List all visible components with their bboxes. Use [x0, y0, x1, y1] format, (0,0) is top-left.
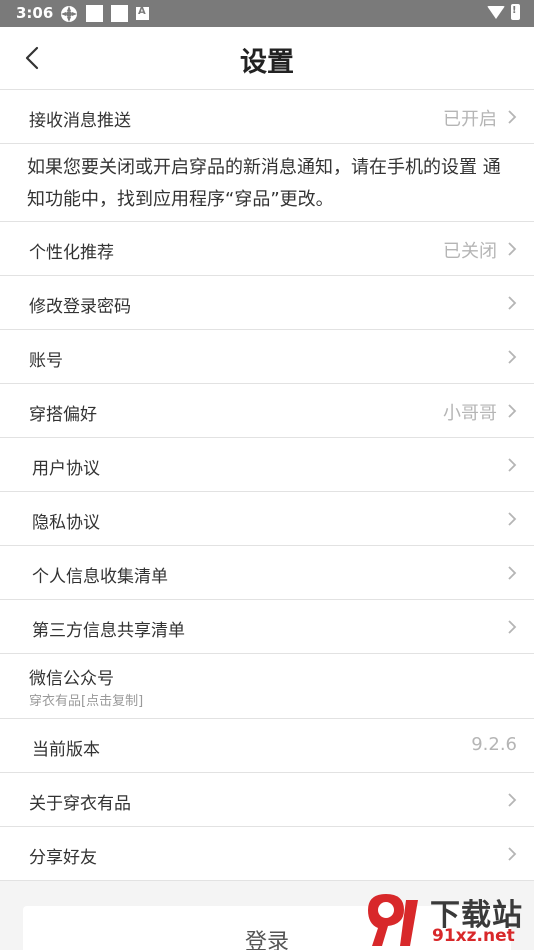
row-label: 分享好友	[29, 848, 97, 868]
push-notification-row[interactable]: 接收消息推送 已开启	[0, 90, 534, 144]
chevron-right-icon	[508, 793, 517, 807]
chevron-right-icon	[508, 566, 517, 580]
about-row[interactable]: 关于穿衣有品	[0, 773, 534, 827]
change-password-row[interactable]: 修改登录密码	[0, 276, 534, 330]
chevron-right-icon	[508, 404, 517, 418]
row-label: 第三方信息共享清单	[32, 621, 185, 641]
row-label: 接收消息推送	[29, 111, 131, 131]
chevron-right-icon	[508, 458, 517, 472]
header-bar: 设置	[0, 27, 534, 90]
wifi-icon	[487, 5, 505, 19]
row-value: 已开启	[443, 109, 497, 130]
status-time: 3:06	[16, 4, 54, 22]
personalized-recommendation-row[interactable]: 个性化推荐 已关闭	[0, 222, 534, 276]
personal-info-list-row[interactable]: 个人信息收集清单	[0, 546, 534, 600]
current-version-row: 当前版本 9.2.6	[0, 719, 534, 773]
row-value: 小哥哥	[443, 403, 497, 424]
chevron-right-icon	[508, 110, 517, 124]
row-label: 账号	[29, 351, 63, 371]
page-title: 设置	[240, 47, 294, 78]
share-friends-row[interactable]: 分享好友	[0, 827, 534, 881]
notification-square-icon	[86, 5, 103, 22]
version-value: 9.2.6	[471, 734, 517, 755]
chevron-right-icon	[508, 512, 517, 526]
row-sublabel: 穿衣有品[点击复制]	[29, 694, 144, 709]
row-label: 关于穿衣有品	[29, 794, 131, 814]
chevron-right-icon	[508, 847, 517, 861]
app-notification-icon	[61, 5, 77, 22]
watermark-logo-icon	[368, 894, 418, 946]
chevron-right-icon	[508, 350, 517, 364]
settings-list: 接收消息推送 已开启 如果您要关闭或开启穿品的新消息通知，请在手机的设置 通知功…	[0, 90, 534, 881]
chevron-right-icon	[508, 242, 517, 256]
notification-square-icon	[111, 5, 128, 22]
privacy-agreement-row[interactable]: 隐私协议	[0, 492, 534, 546]
notification-a-icon: A	[136, 6, 149, 20]
row-label: 个性化推荐	[29, 243, 114, 263]
row-value: 已关闭	[443, 241, 497, 262]
chevron-right-icon	[508, 620, 517, 634]
row-label: 当前版本	[32, 740, 100, 760]
row-label: 用户协议	[32, 459, 100, 479]
user-agreement-row[interactable]: 用户协议	[0, 438, 534, 492]
status-bar: 3:06 A !	[0, 0, 534, 27]
row-label: 穿搭偏好	[29, 405, 97, 425]
row-label: 修改登录密码	[29, 297, 131, 317]
row-label: 微信公众号	[29, 669, 114, 689]
wechat-official-account-row[interactable]: 微信公众号 穿衣有品[点击复制]	[0, 654, 534, 719]
notification-notice: 如果您要关闭或开启穿品的新消息通知，请在手机的设置 通知功能中，找到应用程序“穿…	[0, 144, 534, 222]
status-notification-icons: A	[60, 5, 149, 22]
site-watermark: 下载站 91xz.net	[360, 890, 532, 950]
row-label: 个人信息收集清单	[32, 567, 168, 587]
watermark-url: 91xz.net	[432, 926, 515, 946]
row-label: 隐私协议	[32, 513, 100, 533]
style-preference-row[interactable]: 穿搭偏好 小哥哥	[0, 384, 534, 438]
account-row[interactable]: 账号	[0, 330, 534, 384]
battery-icon: !	[511, 4, 520, 20]
chevron-right-icon	[508, 296, 517, 310]
third-party-sharing-row[interactable]: 第三方信息共享清单	[0, 600, 534, 654]
